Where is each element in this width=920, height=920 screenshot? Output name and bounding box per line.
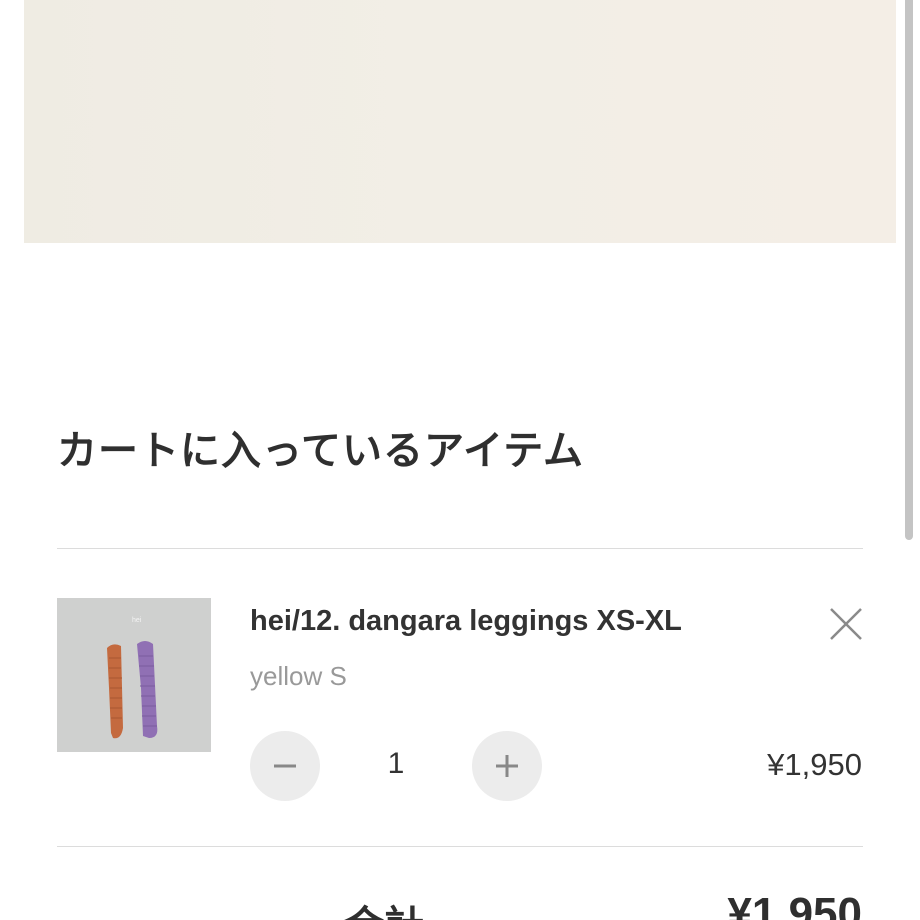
quantity-value: 1 [387, 747, 405, 780]
close-icon [830, 608, 862, 640]
decrease-quantity-button[interactable] [250, 731, 320, 801]
remove-item-button[interactable] [826, 604, 866, 644]
product-image-label: hei [132, 617, 142, 624]
scrollbar-thumb[interactable] [905, 0, 913, 540]
cart-heading: カートに入っているアイテム [57, 429, 584, 473]
leggings-photo: hei [57, 598, 211, 752]
product-name[interactable]: hei/12. dangara leggings XS-XL [250, 605, 682, 638]
total-value: ¥1,950 [727, 889, 862, 920]
product-thumbnail[interactable]: hei [57, 598, 211, 752]
product-variant: yellow S [250, 661, 347, 691]
hero-banner [24, 0, 896, 243]
minus-icon [274, 764, 296, 768]
total-label: 合計 [344, 893, 424, 920]
plus-icon [496, 755, 518, 777]
divider [57, 846, 863, 847]
item-price: ¥1,950 [767, 747, 862, 782]
increase-quantity-button[interactable] [472, 731, 542, 801]
cart-page: カートに入っているアイテム hei hei/12. dangara leggin… [0, 0, 920, 920]
divider [57, 548, 863, 549]
